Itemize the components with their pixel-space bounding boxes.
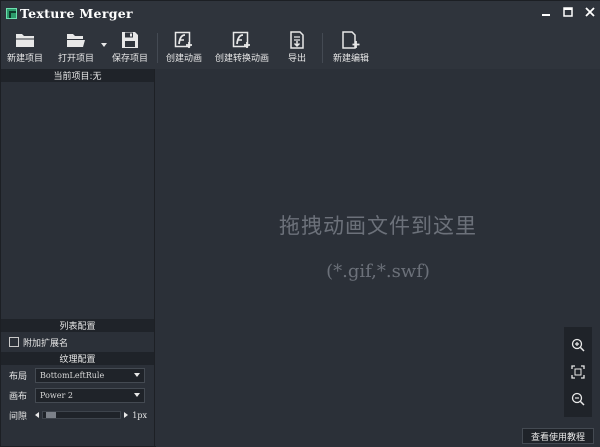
app-logo-icon [6, 7, 17, 19]
zoom-toolbar [564, 327, 592, 417]
slider-thumb[interactable] [46, 412, 56, 418]
open-project-button[interactable]: 打开项目 [51, 25, 107, 69]
append-extension-label: 附加扩展名 [23, 338, 69, 349]
minimize-icon [542, 14, 550, 16]
chevron-down-icon [134, 373, 140, 377]
view-tutorial-button[interactable]: 查看使用教程 [521, 428, 594, 444]
maximize-button[interactable] [557, 1, 579, 23]
left-panel: 当前项目:无 列表配置 附加扩展名 纹理配置 布局 BottomLeftRule… [1, 69, 155, 446]
new-folder-icon [16, 34, 34, 47]
drop-title: 拖拽动画文件到这里 [279, 214, 477, 238]
toolbar: 新建项目 打开项目 保存项目 创建动画 创建转换动画 导出 新建编辑 [1, 25, 600, 69]
new-edit-label: 新建编辑 [332, 54, 369, 64]
project-list[interactable] [1, 82, 154, 319]
save-icon [122, 32, 138, 48]
open-folder-icon [67, 34, 85, 47]
new-edit-icon [342, 31, 360, 49]
padding-value: 1px [132, 410, 147, 420]
append-extension-checkbox[interactable] [9, 337, 19, 347]
drop-area[interactable]: 拖拽动画文件到这里 (*.gif,*.swf) [156, 69, 600, 425]
maximize-icon [563, 7, 573, 17]
open-project-dropdown-icon[interactable] [101, 43, 107, 47]
zoom-out-icon [571, 393, 585, 406]
close-icon [585, 7, 595, 17]
canvas-row: 画布 Power 2 [1, 385, 154, 405]
zoom-out-button[interactable] [568, 389, 588, 409]
zoom-in-icon [571, 338, 585, 352]
create-transform-animation-button[interactable]: 创建转换动画 [212, 25, 272, 69]
drop-file-types: (*.gif,*.swf) [326, 261, 430, 282]
create-animation-icon [174, 31, 192, 48]
new-project-button[interactable]: 新建项目 [5, 25, 45, 69]
new-project-label: 新建项目 [6, 54, 43, 64]
new-edit-button[interactable]: 新建编辑 [329, 25, 373, 69]
layout-value: BottomLeftRule [40, 370, 105, 380]
slider-right-arrow-icon[interactable] [124, 412, 129, 418]
title-bar[interactable]: Texture Merger [1, 1, 600, 25]
padding-label: 间隙 [9, 411, 28, 422]
minimize-button[interactable] [535, 1, 557, 23]
save-project-button[interactable]: 保存项目 [109, 25, 151, 69]
padding-row: 间隙 1px [1, 405, 154, 425]
list-config-header: 列表配置 [1, 319, 154, 332]
save-project-label: 保存项目 [111, 54, 148, 64]
export-label: 导出 [287, 54, 306, 64]
app-window: Texture Merger 新建项目 打开项目 保存项目 创建动画 创建转换动… [0, 0, 600, 447]
fit-screen-icon [571, 365, 585, 379]
fit-screen-button[interactable] [568, 362, 588, 382]
export-icon [290, 31, 304, 49]
canvas-value: Power 2 [40, 390, 73, 400]
layout-select[interactable]: BottomLeftRule [35, 367, 145, 383]
slider-track[interactable] [42, 411, 122, 419]
texture-config-header: 纹理配置 [1, 352, 154, 365]
layout-label: 布局 [9, 371, 28, 382]
toolbar-separator [157, 33, 158, 63]
close-button[interactable] [579, 1, 600, 23]
append-extension-option[interactable]: 附加扩展名 [1, 332, 154, 352]
create-animation-button[interactable]: 创建动画 [162, 25, 206, 69]
padding-slider[interactable]: 1px [35, 411, 147, 420]
open-project-label: 打开项目 [57, 54, 94, 64]
status-bar: 查看使用教程 [156, 425, 600, 447]
window-title: Texture Merger [20, 5, 133, 21]
create-animation-label: 创建动画 [165, 54, 202, 64]
slider-left-arrow-icon[interactable] [35, 412, 39, 418]
chevron-down-icon [134, 393, 140, 397]
toolbar-separator [322, 33, 323, 63]
window-controls [535, 1, 600, 23]
canvas-select[interactable]: Power 2 [35, 387, 145, 403]
canvas-label: 画布 [9, 391, 28, 402]
zoom-in-button[interactable] [568, 335, 588, 355]
current-project-header: 当前项目:无 [1, 69, 154, 82]
export-button[interactable]: 导出 [282, 25, 312, 69]
create-transform-animation-icon [232, 31, 250, 48]
create-transform-animation-label: 创建转换动画 [214, 54, 269, 64]
layout-row: 布局 BottomLeftRule [1, 365, 154, 385]
